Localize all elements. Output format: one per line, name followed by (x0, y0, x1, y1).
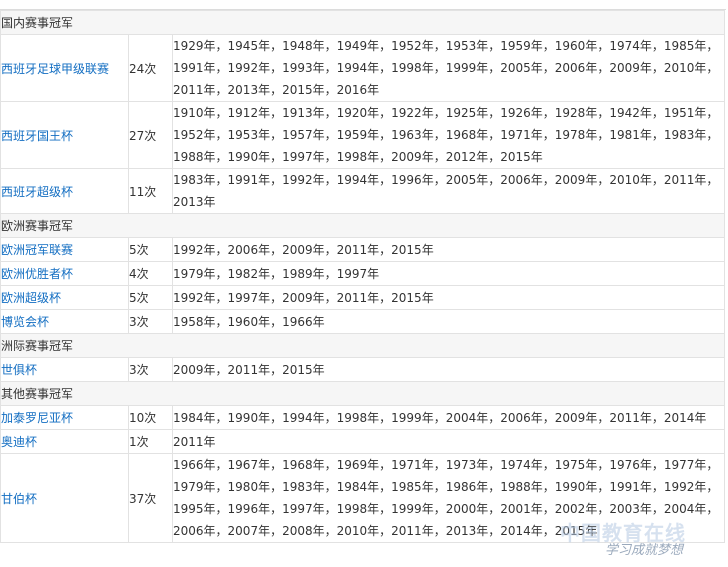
winning-years: 1979年，1982年，1989年，1997年 (171, 261, 726, 286)
competition-link[interactable]: 加泰罗尼亚杯 (0, 405, 129, 430)
competition-link[interactable]: 西班牙足球甲级联赛 (0, 34, 129, 102)
winning-years: 1929年，1945年，1948年，1949年，1952年，1953年，1959… (171, 34, 726, 102)
honor-row: 西班牙足球甲级联赛 24次 1929年，1945年，1948年，1949年，19… (0, 34, 726, 102)
section-row-europe: 欧洲赛事冠军 (0, 213, 726, 238)
section-title: 洲际赛事冠军 (0, 333, 726, 358)
section-row-intercontinental: 洲际赛事冠军 (0, 333, 726, 358)
competition-link[interactable]: 欧洲优胜者杯 (0, 261, 129, 286)
honor-row: 西班牙国王杯 27次 1910年，1912年，1913年，1920年，1922年… (0, 101, 726, 169)
competition-link[interactable]: 奥迪杯 (0, 429, 129, 454)
competition-link[interactable]: 世俱杯 (0, 357, 129, 382)
section-row-domestic: 国内赛事冠军 (0, 10, 726, 35)
title-count: 10次 (128, 405, 173, 430)
title-count: 24次 (128, 34, 173, 102)
competition-link[interactable]: 西班牙国王杯 (0, 101, 129, 169)
title-count: 11次 (128, 168, 173, 214)
honor-row: 甘伯杯 37次 1966年，1967年，1968年，1969年，1971年，19… (0, 453, 726, 543)
honor-row: 世俱杯 3次 2009年，2011年，2015年 (0, 357, 726, 382)
competition-link[interactable]: 欧洲超级杯 (0, 285, 129, 310)
competition-link[interactable]: 西班牙超级杯 (0, 168, 129, 214)
winning-years: 1910年，1912年，1913年，1920年，1922年，1925年，1926… (171, 101, 726, 169)
honor-row: 西班牙超级杯 11次 1983年，1991年，1992年，1994年，1996年… (0, 168, 726, 214)
title-count: 27次 (128, 101, 173, 169)
competition-link[interactable]: 欧洲冠军联赛 (0, 237, 129, 262)
section-title: 欧洲赛事冠军 (0, 213, 726, 238)
winning-years: 2011年 (171, 429, 726, 454)
top-divider (0, 0, 726, 10)
honor-row: 加泰罗尼亚杯 10次 1984年，1990年，1994年，1998年，1999年… (0, 405, 726, 430)
honor-row: 奥迪杯 1次 2011年 (0, 429, 726, 454)
winning-years: 1992年，2006年，2009年，2011年，2015年 (171, 237, 726, 262)
title-count: 5次 (128, 237, 173, 262)
title-count: 37次 (128, 453, 173, 543)
title-count: 3次 (128, 357, 173, 382)
competition-link[interactable]: 博览会杯 (0, 309, 129, 334)
competition-link[interactable]: 甘伯杯 (0, 453, 129, 543)
winning-years: 1984年，1990年，1994年，1998年，1999年，2004年，2006… (171, 405, 726, 430)
winning-years: 1966年，1967年，1968年，1969年，1971年，1973年，1974… (171, 453, 726, 543)
winning-years: 1958年，1960年，1966年 (171, 309, 726, 334)
section-title: 其他赛事冠军 (0, 381, 726, 406)
honor-row: 欧洲优胜者杯 4次 1979年，1982年，1989年，1997年 (0, 261, 726, 286)
winning-years: 1983年，1991年，1992年，1994年，1996年，2005年，2006… (171, 168, 726, 214)
honors-page: 国内赛事冠军 西班牙足球甲级联赛 24次 1929年，1945年，1948年，1… (0, 0, 726, 567)
honor-row: 欧洲冠军联赛 5次 1992年，2006年，2009年，2011年，2015年 (0, 237, 726, 262)
section-row-other: 其他赛事冠军 (0, 381, 726, 406)
section-title: 国内赛事冠军 (0, 10, 726, 35)
winning-years: 1992年，1997年，2009年，2011年，2015年 (171, 285, 726, 310)
winning-years: 2009年，2011年，2015年 (171, 357, 726, 382)
honor-row: 欧洲超级杯 5次 1992年，1997年，2009年，2011年，2015年 (0, 285, 726, 310)
honors-table: 国内赛事冠军 西班牙足球甲级联赛 24次 1929年，1945年，1948年，1… (0, 10, 726, 543)
title-count: 5次 (128, 285, 173, 310)
title-count: 4次 (128, 261, 173, 286)
honor-row: 博览会杯 3次 1958年，1960年，1966年 (0, 309, 726, 334)
title-count: 3次 (128, 309, 173, 334)
title-count: 1次 (128, 429, 173, 454)
